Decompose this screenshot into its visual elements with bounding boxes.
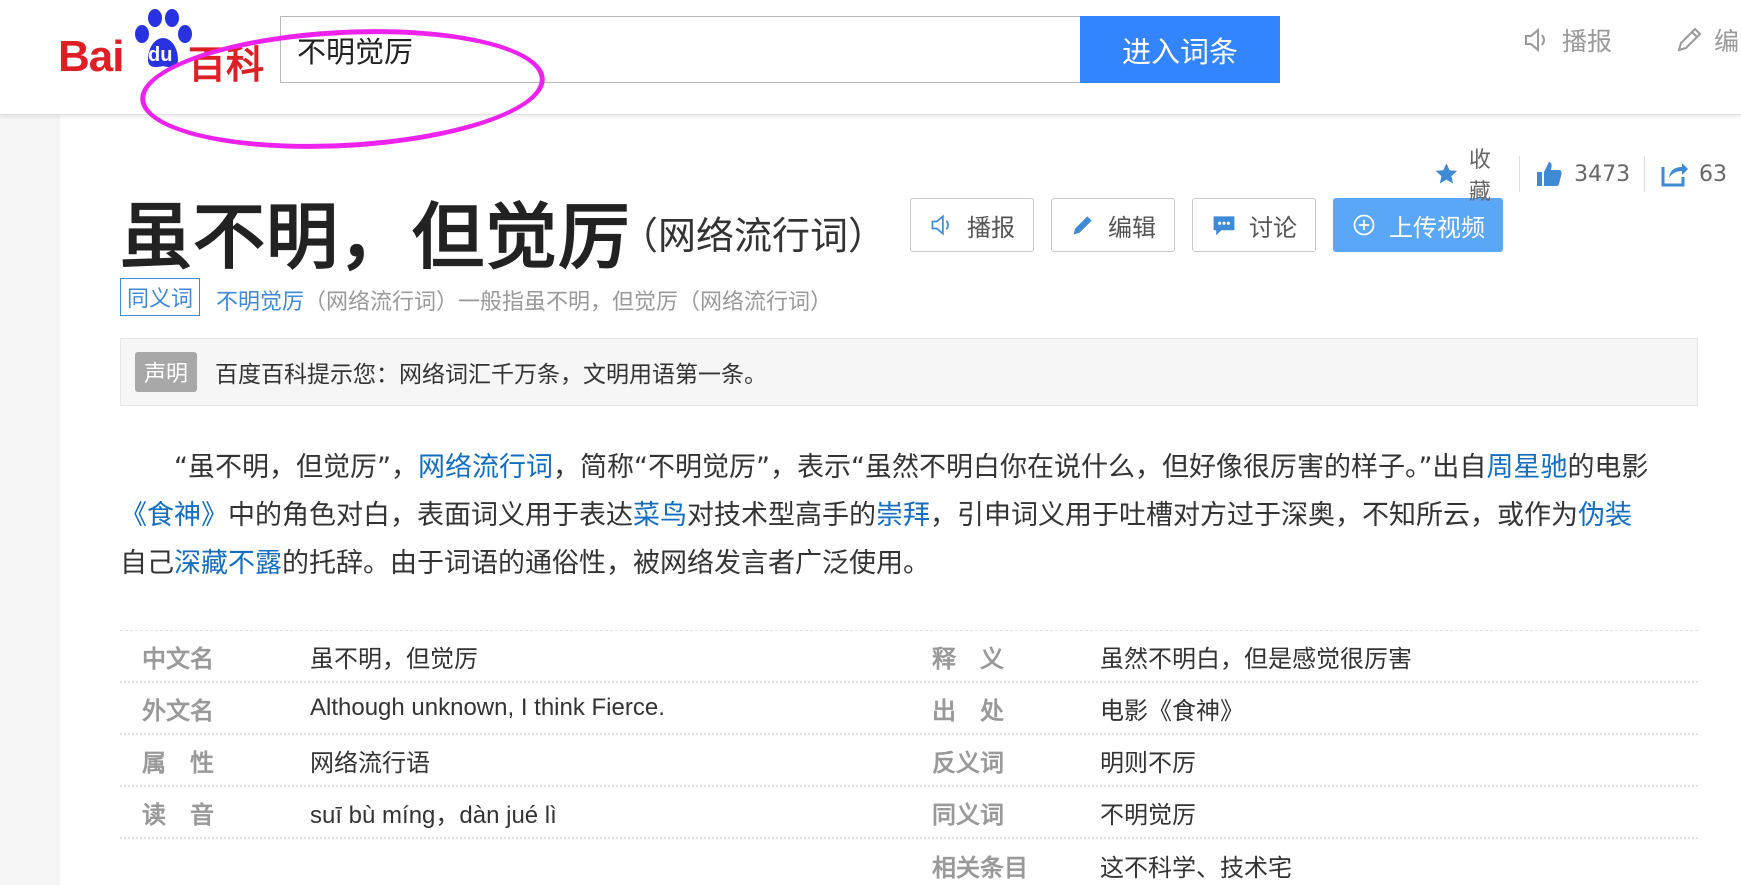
- info-value: 虽不明，但觉厉: [310, 644, 478, 673]
- link-god-of-cookery[interactable]: 《食神》: [120, 500, 228, 531]
- info-key: 同义词: [932, 800, 1004, 829]
- summary-text: ，简称“不明觉厉”，表示“虽然不明白你在说什么，但好像很厉害的样子。”出自: [552, 452, 1487, 483]
- broadcast-button[interactable]: 播报: [910, 198, 1034, 252]
- discuss-button[interactable]: 讨论: [1192, 198, 1316, 252]
- info-key: 反义词: [932, 748, 1004, 777]
- synonym-description: （网络流行词）一般指虽不明，但觉厉（网络流行词）: [304, 290, 833, 315]
- entry-subtitle: （网络流行词）: [620, 214, 887, 258]
- info-value: 虽然不明白，但是感觉很厉害: [1100, 644, 1412, 673]
- speaker-icon: [1525, 27, 1545, 53]
- search-input[interactable]: [281, 17, 1081, 82]
- link-internet-buzzword[interactable]: 网络流行词: [418, 452, 553, 483]
- entry-tools: 收藏 3473 63: [1420, 142, 1741, 206]
- share-count: 63: [1698, 161, 1727, 187]
- upload-video-label: 上传视频: [1389, 213, 1485, 242]
- link-worship[interactable]: 崇拜: [876, 500, 930, 531]
- info-key: 出 处: [932, 696, 1004, 725]
- info-row: 相关条目 这不科学、技术宅: [120, 839, 1698, 885]
- discuss-label: 讨论: [1249, 213, 1297, 242]
- info-value: 不明觉厉: [1100, 800, 1196, 829]
- link-stephen-chow[interactable]: 周星驰: [1486, 452, 1567, 483]
- logo-baike-text: 百科: [188, 43, 265, 87]
- disclaimer-text: 百度百科提示您：网络词汇千万条，文明用语第一条。: [215, 362, 768, 388]
- share-button[interactable]: 63: [1645, 159, 1741, 189]
- entry-title: 虽不明，但觉厉: [120, 195, 632, 279]
- pencil-icon: [1073, 216, 1092, 235]
- info-value: 明则不厉: [1100, 748, 1196, 777]
- summary-text: ，引申词义用于吐槽对方过于深奥，不知所云，或作为: [930, 500, 1578, 531]
- header-broadcast-label: 播报: [1562, 27, 1613, 56]
- chat-bubble-icon: [1213, 216, 1235, 236]
- info-key: 释 义: [932, 644, 1004, 673]
- like-button[interactable]: 3473: [1520, 159, 1644, 189]
- synonym-line: 不明觉厉（网络流行词）一般指虽不明，但觉厉（网络流行词）: [216, 284, 832, 316]
- synonym-link[interactable]: 不明觉厉: [216, 290, 304, 315]
- broadcast-label: 播报: [967, 213, 1015, 242]
- summary-text: 自己: [120, 548, 174, 579]
- star-icon: [1435, 163, 1458, 184]
- summary-text: “虽不明，但觉厉”，: [174, 452, 418, 483]
- info-value: 电影《食神》: [1100, 696, 1244, 725]
- basic-info-table: 中文名 虽不明，但觉厉 释 义 虽然不明白，但是感觉很厉害 外文名 Althou…: [120, 630, 1698, 885]
- info-row: 属 性 网络流行语 反义词 明则不厉: [120, 735, 1698, 787]
- share-icon: [1661, 163, 1688, 187]
- info-value: 这不科学、技术宅: [1100, 853, 1292, 882]
- header-broadcast-button[interactable]: 播报: [1522, 22, 1612, 58]
- summary-text: 对技术型高手的: [687, 500, 876, 531]
- speaker-icon: [931, 214, 949, 236]
- logo-du-text: du: [148, 44, 173, 66]
- summary-text: 中的角色对白，表面词义用于表达: [228, 500, 633, 531]
- info-key: 中文名: [142, 644, 214, 673]
- collect-label: 收藏: [1468, 148, 1491, 205]
- upload-video-button[interactable]: 上传视频: [1333, 198, 1503, 252]
- info-value: 网络流行语: [310, 748, 430, 777]
- link-disguise[interactable]: 伪装: [1578, 500, 1632, 531]
- info-key: 读 音: [142, 800, 214, 829]
- info-key: 相关条目: [932, 853, 1028, 882]
- thumbs-up-icon: [1537, 162, 1562, 186]
- info-row: 外文名 Although unknown, I think Fierce. 出 …: [120, 683, 1698, 735]
- search-box: [280, 16, 1082, 83]
- info-value: Although unknown, I think Fierce.: [310, 694, 665, 721]
- info-key: 属 性: [142, 748, 214, 777]
- disclaimer-tag: 声明: [135, 352, 198, 392]
- disclaimer-notice: 声明 百度百科提示您：网络词汇千万条，文明用语第一条。: [120, 338, 1698, 406]
- logo-bai-text: Bai: [58, 32, 124, 81]
- top-header: Bai du 百科 进入词条 播报 编: [0, 0, 1741, 115]
- edit-button[interactable]: 编辑: [1051, 198, 1175, 252]
- info-row: 中文名 虽不明，但觉厉 释 义 虽然不明白，但是感觉很厉害: [120, 631, 1698, 683]
- synonym-tag: 同义词: [120, 278, 201, 316]
- entry-summary: “虽不明，但觉厉”，网络流行词，简称“不明觉厉”，表示“虽然不明白你在说什么，但…: [120, 444, 1698, 588]
- baidu-baike-logo[interactable]: Bai du 百科: [58, 8, 268, 87]
- collect-button[interactable]: 收藏: [1420, 142, 1519, 206]
- edit-label: 编辑: [1108, 213, 1156, 242]
- summary-text: 的电影: [1567, 452, 1649, 483]
- info-row: 读 音 suī bù míng，dàn jué lì 同义词 不明觉厉: [120, 787, 1698, 839]
- info-value: suī bù míng，dàn jué lì: [310, 801, 557, 829]
- plus-circle-icon: [1353, 214, 1375, 236]
- header-edit-button[interactable]: 编: [1674, 22, 1739, 58]
- link-newbie[interactable]: 菜鸟: [633, 500, 687, 531]
- summary-text: 的托辞。由于词语的通俗性，被网络发言者广泛使用。: [282, 548, 930, 579]
- pencil-icon: [1677, 27, 1702, 52]
- enter-entry-button[interactable]: 进入词条: [1080, 16, 1280, 83]
- header-edit-label: 编: [1714, 27, 1740, 56]
- info-key: 外文名: [142, 696, 214, 725]
- link-hidden-talent[interactable]: 深藏不露: [174, 548, 282, 579]
- like-count: 3473: [1574, 161, 1631, 187]
